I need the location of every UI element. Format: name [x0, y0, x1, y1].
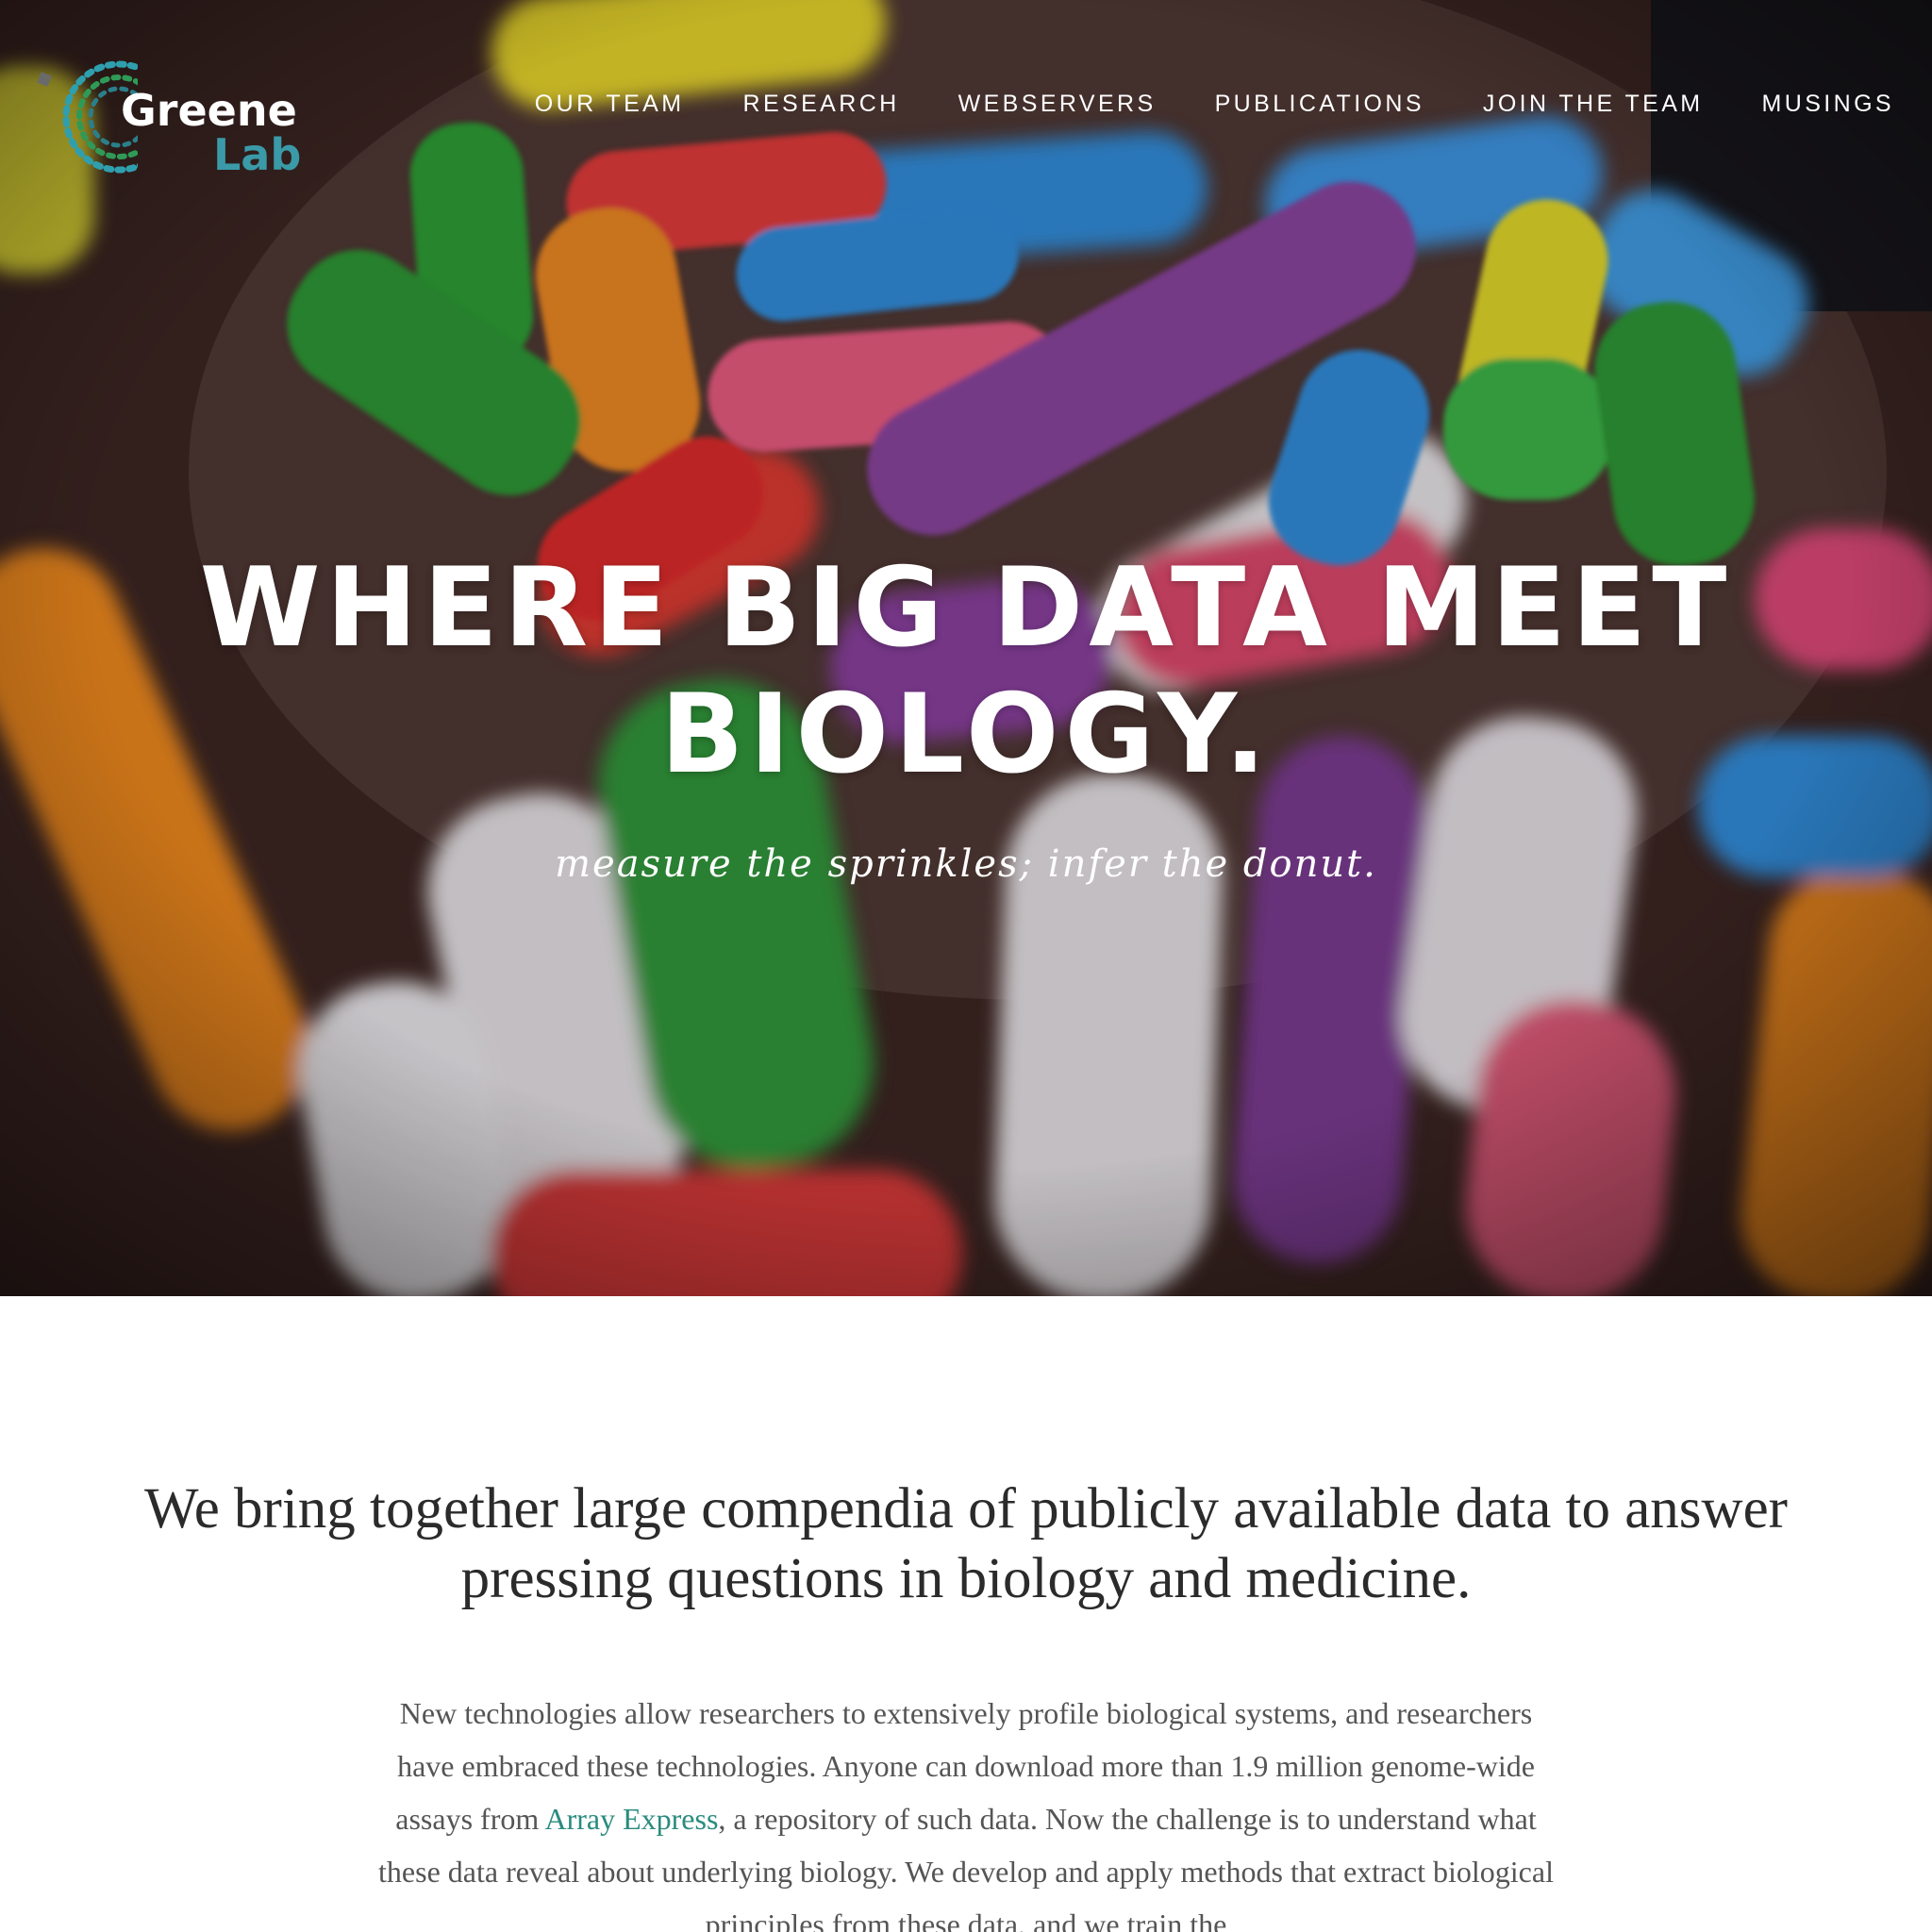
- nav-link-webservers[interactable]: WEBSERVERS: [958, 91, 1157, 118]
- array-express-link[interactable]: Array Express: [544, 1802, 718, 1836]
- hero-tagline: measure the sprinkles; infer the donut.: [555, 842, 1377, 886]
- hero-headline-line1: WHERE BIG DATA MEET: [199, 544, 1733, 672]
- hero-headline-line2: BIOLOGY.: [659, 671, 1273, 798]
- logo-name-lab: Lab: [213, 129, 302, 180]
- nav-link-publications[interactable]: PUBLICATIONS: [1215, 91, 1424, 118]
- logo-name-greene: Greene: [121, 85, 297, 136]
- hero-banner: Greene Lab OUR TEAM RESEARCH WEBSERVERS …: [0, 0, 1932, 1296]
- main-navigation: OUR TEAM RESEARCH WEBSERVERS PUBLICATION…: [476, 91, 1894, 118]
- page: Greene Lab OUR TEAM RESEARCH WEBSERVERS …: [0, 0, 1932, 1932]
- nav-link-join-the-team[interactable]: JOIN THE TEAM: [1483, 91, 1704, 118]
- nav-link-our-team[interactable]: OUR TEAM: [535, 91, 685, 118]
- nav-link-musings[interactable]: MUSINGS: [1762, 91, 1894, 118]
- greene-lab-logo[interactable]: Greene Lab: [34, 38, 317, 179]
- intro-heading: We bring together large compendia of pub…: [144, 1477, 1788, 1610]
- intro-paragraph: New technologies allow researchers to ex…: [377, 1687, 1555, 1932]
- hero-headline: WHERE BIG DATA MEET BIOLOGY.: [0, 545, 1932, 798]
- nav-link-research[interactable]: RESEARCH: [742, 91, 899, 118]
